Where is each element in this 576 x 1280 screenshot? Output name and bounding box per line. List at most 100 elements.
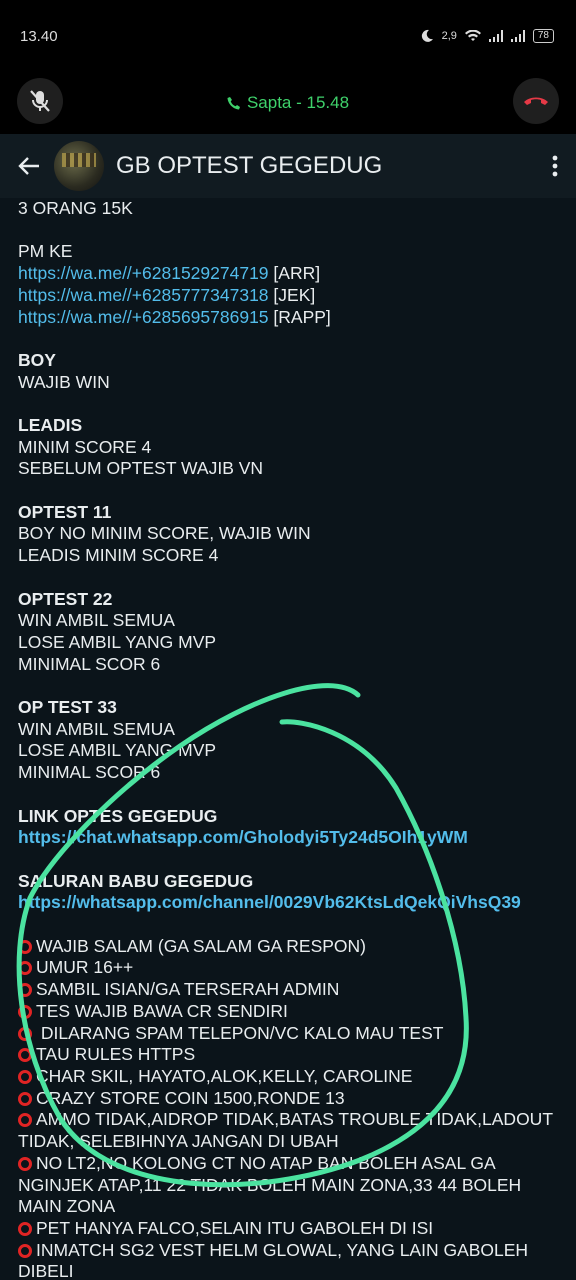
message-line: UMUR 16++ <box>18 957 558 979</box>
message-line: WAJIB WIN <box>18 372 558 394</box>
message-line: BOY NO MINIM SCORE, WAJIB WIN <box>18 523 558 545</box>
line-text: CHAR SKIL, HAYATO,ALOK,KELLY, CAROLINE <box>36 1065 413 1086</box>
message-line: LEADIS MINIM SCORE 4 <box>18 545 558 567</box>
line-text: https://chat.whatsapp.com/Gholodyi5Ty24d… <box>18 827 468 848</box>
moon-icon <box>421 29 433 42</box>
back-arrow-icon[interactable] <box>18 156 40 176</box>
section-heading: OP TEST 33 <box>18 697 558 719</box>
message-text: 3 ORANG 15K PM KE https://wa.me//+62815292… <box>0 198 576 1280</box>
red-circle-icon <box>18 1004 32 1019</box>
chat-title[interactable]: GB OPTEST GEGEDUG <box>116 152 552 180</box>
message-line: LOSE AMBIL YANG MVP <box>18 632 558 654</box>
status-time: 13.40 <box>20 27 58 45</box>
line-text: SALURAN BABU GEGEDUG <box>18 870 254 891</box>
line-text: OP TEST 33 <box>18 697 117 718</box>
line-text: 3 ORANG 15K <box>18 198 133 218</box>
line-text: WAJIB WIN <box>18 371 110 392</box>
line-text: https://whatsapp.com/channel/0029Vb62Kts… <box>18 892 521 913</box>
line-text: OPTEST 11 <box>18 501 112 522</box>
line-text: BOY NO MINIM SCORE, WAJIB WIN <box>18 523 311 544</box>
message-line: SEBELUM OPTEST WAJIB VN <box>18 458 558 480</box>
message-line: 3 ORANG 15K <box>18 198 558 220</box>
line-text: DILARANG SPAM TELEPON/VC KALO MAU TEST <box>36 1022 444 1043</box>
line-text: BOY <box>18 349 56 370</box>
section-heading: BOY <box>18 350 558 372</box>
line-text: INMATCH SG2 VEST HELM GLOWAL, YANG LAIN … <box>18 1239 529 1280</box>
red-circle-icon <box>18 1156 32 1171</box>
network-speed: 2,9 <box>441 30 457 42</box>
message-line: MINIMAL SCOR 6 <box>18 762 558 784</box>
section-heading: LINK OPTES GEGEDUG <box>18 806 558 828</box>
end-call-icon <box>524 97 548 105</box>
line-text: LOSE AMBIL YANG MVP <box>18 740 217 761</box>
red-circle-icon <box>18 1069 32 1084</box>
message-line: CHAR SKIL, HAYATO,ALOK,KELLY, CAROLINE <box>18 1066 558 1088</box>
phone-icon <box>227 97 240 110</box>
section-heading: OPTEST 22 <box>18 589 558 611</box>
message-line: NO LT2,NO KOLONG CT NO ATAP BAN BOLEH AS… <box>18 1153 558 1218</box>
line-text: TAU RULES HTTPS <box>36 1044 196 1065</box>
line-text: LEADIS MINIM SCORE 4 <box>18 545 219 566</box>
call-info[interactable]: Sapta - 15.48 <box>227 93 349 113</box>
signal-icon <box>488 30 503 42</box>
message-link[interactable]: https://whatsapp.com/channel/0029Vb62Kts… <box>18 892 558 914</box>
red-circle-icon <box>18 1048 32 1063</box>
message-line: PM KE <box>18 241 558 263</box>
link-suffix: [RAPP] <box>268 306 331 327</box>
message-link[interactable]: https://chat.whatsapp.com/Gholodyi5Ty24d… <box>18 827 558 849</box>
message-line[interactable]: https://wa.me//+6285695786915 [RAPP] <box>18 307 558 329</box>
link-suffix: [ARR] <box>268 263 321 284</box>
line-text: WIN AMBIL SEMUA <box>18 718 175 739</box>
line-text: LINK OPTES GEGEDUG <box>18 805 218 826</box>
line-text: SAMBIL ISIAN/GA TERSERAH ADMIN <box>36 979 340 1000</box>
mute-button[interactable] <box>17 78 63 124</box>
message-line: TAU RULES HTTPS <box>18 1044 558 1066</box>
message-line: WIN AMBIL SEMUA <box>18 610 558 632</box>
phone-link[interactable]: https://wa.me//+6285695786915 <box>18 307 269 327</box>
message-line: LOSE AMBIL YANG MVP <box>18 740 558 762</box>
end-call-button[interactable] <box>513 78 559 124</box>
red-circle-icon <box>18 983 32 998</box>
wifi-icon <box>464 30 481 41</box>
ongoing-call-bar[interactable]: Sapta - 15.48 <box>0 72 576 134</box>
message-line[interactable]: https://wa.me//+6281529274719 [ARR] <box>18 263 558 285</box>
message-area: 3 ORANG 15K PM KE https://wa.me//+62815292… <box>0 198 576 1280</box>
line-text: UMUR 16++ <box>36 957 134 978</box>
more-options-icon[interactable] <box>552 155 558 177</box>
red-circle-icon <box>18 1113 32 1128</box>
line-text: SEBELUM OPTEST WAJIB VN <box>18 458 264 479</box>
line-text: PM KE <box>18 241 73 262</box>
red-circle-icon <box>18 961 32 976</box>
line-text: CRAZY STORE COIN 1500,RONDE 13 <box>36 1087 345 1108</box>
line-text: TES WAJIB BAWA CR SENDIRI <box>36 1000 288 1021</box>
message-line: WAJIB SALAM (GA SALAM GA RESPON) <box>18 936 558 958</box>
message-line: PET HANYA FALCO,SELAIN ITU GABOLEH DI IS… <box>18 1218 558 1240</box>
message-line: WIN AMBIL SEMUA <box>18 719 558 741</box>
line-text: AMMO TIDAK,AIDROP TIDAK,BATAS TROUBLE TI… <box>18 1109 553 1152</box>
message-line: SAMBIL ISIAN/GA TERSERAH ADMIN <box>18 979 558 1001</box>
line-text: NO LT2,NO KOLONG CT NO ATAP BAN BOLEH AS… <box>18 1152 522 1217</box>
line-text: MINIM SCORE 4 <box>18 436 152 457</box>
message-line: DILARANG SPAM TELEPON/VC KALO MAU TEST <box>18 1023 558 1045</box>
red-circle-icon <box>18 939 32 954</box>
line-text: LOSE AMBIL YANG MVP <box>18 631 217 652</box>
red-circle-icon <box>18 1091 32 1106</box>
phone-link[interactable]: https://wa.me//+6281529274719 <box>18 263 269 283</box>
link-suffix: [JEK] <box>268 284 316 305</box>
line-text: WAJIB SALAM (GA SALAM GA RESPON) <box>36 935 366 956</box>
message-line: MINIM SCORE 4 <box>18 437 558 459</box>
red-circle-icon <box>18 1221 32 1236</box>
message-line: MINIMAL SCOR 6 <box>18 654 558 676</box>
message-line: AMMO TIDAK,AIDROP TIDAK,BATAS TROUBLE TI… <box>18 1109 558 1152</box>
group-avatar[interactable] <box>54 141 104 191</box>
message-line[interactable]: https://wa.me//+6285777347318 [JEK] <box>18 285 558 307</box>
line-text: OPTEST 22 <box>18 588 113 609</box>
message-line: TES WAJIB BAWA CR SENDIRI <box>18 1001 558 1023</box>
phone-link[interactable]: https://wa.me//+6285777347318 <box>18 285 269 305</box>
